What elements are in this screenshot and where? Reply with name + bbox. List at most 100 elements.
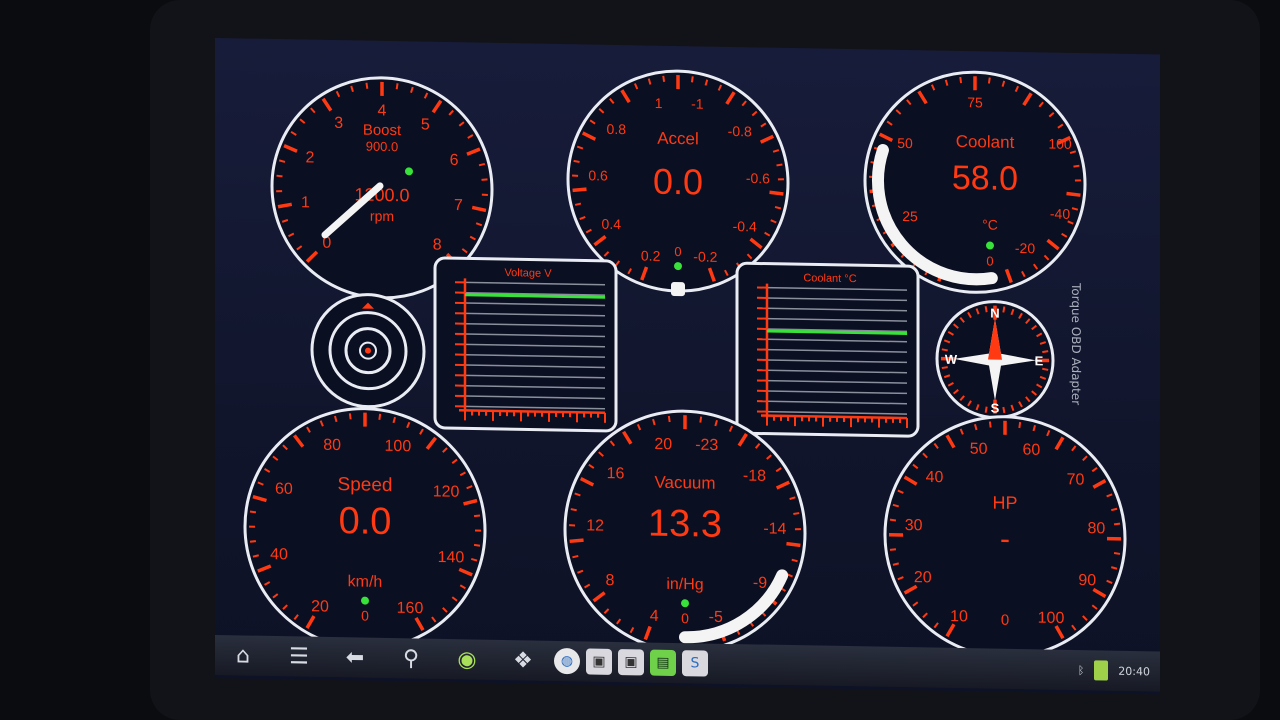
tick-label: -1 [691,96,704,112]
tick-mark [378,413,382,420]
compass-widget[interactable]: N S E W [932,296,1058,428]
tick-label: 0.8 [607,121,627,137]
tick-mark [473,514,481,518]
tick-mark [365,82,369,89]
tick-mark [1042,350,1049,354]
coolant-unit: °C [982,216,998,232]
tick-mark [793,512,800,515]
tick-label: 20 [311,598,329,615]
hp-zero-label: 0 [1001,612,1009,629]
chart-icon: ▤ [656,654,670,671]
hp-gauge[interactable]: 10 20 30 40 50 60 70 80 90 100 HP - 0 [880,415,1130,659]
boost-label: Boost [363,122,402,140]
vacuum-gauge[interactable]: 4 8 12 16 20 -23 -18 -14 -9 -5 Vacuum 13.3 in/Hg … [560,409,810,653]
tick-mark [984,406,988,413]
tick-label: 6 [450,152,459,169]
bug-icon: ◉ [457,646,477,673]
tick-mark [786,541,801,548]
speed-gauge[interactable]: 20 40 60 80 100 120 140 160 Speed 0.0 km/h 0 [240,406,490,651]
tick-label: 1 [655,95,663,111]
layers-button[interactable]: ❖ [495,643,551,678]
speed-gauge-dial: 20 40 60 80 100 120 140 160 Speed 0.0 km/h 0 [243,407,487,651]
tick-mark [941,366,948,370]
compass-dial: N S E W [935,300,1055,420]
notify-app-5[interactable]: S [682,650,708,677]
hp-value: - [1000,523,1010,556]
menu-button[interactable]: ☰ [271,639,327,674]
tick-label: 3 [334,115,343,132]
tick-label: -18 [743,468,766,485]
tick-label: 1 [301,194,310,211]
tick-label: -5 [709,609,723,626]
tick-label: 0.2 [641,248,661,264]
tick-mark [1042,367,1049,371]
notify-app-3[interactable]: ▣ [618,649,644,676]
tick-label: 80 [323,437,341,454]
layers-icon: ❖ [513,647,533,674]
tick-label: 40 [926,469,944,486]
home-icon: ⌂ [236,642,250,669]
tick-mark [667,415,671,423]
tick-mark [395,83,399,90]
speed-label: Speed [338,474,393,496]
tick-mark [988,421,992,428]
coolant-gauge-dial: 75 100 50 25 -40 -20 Coolant 58.0 °C 0 [863,70,1087,294]
search-icon: ⚲ [402,645,420,672]
coolant-tick-100: 100 [1048,136,1072,152]
tick-mark [249,510,257,514]
globe-icon: ◍ [560,653,574,670]
tick-mark [662,75,666,82]
coolant-gauge[interactable]: 75 100 50 25 -40 -20 Coolant 58.0 °C 0 [860,70,1090,294]
tick-label: 7 [454,197,463,214]
tick-mark [776,163,783,167]
tick-label: 60 [1022,442,1040,459]
vacuum-gauge-dial: 48121620 -23-18-14-9-5 Vacuum 13.3 in/Hg … [563,409,807,653]
vacuum-label: Vacuum [654,473,715,493]
tick-label: 100 [1038,610,1065,627]
clock: 20:40 [1118,664,1150,678]
bug-button[interactable]: ◉ [439,642,495,677]
back-button[interactable]: ⬅ [327,640,383,675]
window-icon: ▣ [592,653,606,670]
tick-label: 100 [385,438,412,455]
vacuum-zero-label: 0 [681,610,689,626]
tick-label: 160 [397,600,424,617]
notify-app-4[interactable]: ▤ [650,649,676,677]
tick-mark [249,540,257,543]
tick-mark [941,348,948,352]
tick-label: -0.4 [733,218,757,234]
skype-icon: S [690,655,700,672]
tick-label: -23 [695,437,718,454]
tick-mark [959,76,963,84]
accel-zero-label: 0 [674,244,681,259]
sidebar-label: Torque OBD Adapter [1069,282,1083,406]
tick-label: -0.6 [746,170,770,186]
accel-gauge-dial: 0.2 0.4 0.6 0.8 1 -1 -0.8 -0.6 -0.4 -0.2 Accel 0.… [566,69,790,297]
tick-mark [690,76,694,83]
tick-label: 70 [1067,471,1085,488]
notify-app-2[interactable]: ▣ [586,648,612,675]
tick-mark [573,159,580,163]
radar-widget[interactable] [308,290,428,416]
tick-mark [572,187,587,193]
tick-label: 8 [433,237,442,254]
boost-unit: rpm [370,208,394,224]
speed-unit: km/h [348,573,383,591]
tick-mark [572,554,579,559]
tick-mark [1113,552,1121,555]
coolant-tick-neg20: -20 [1015,240,1035,256]
radar-dial [310,293,426,409]
compass-west: W [945,352,958,367]
tick-mark [769,190,784,196]
notify-app-1[interactable]: ◍ [554,647,580,675]
tick-mark [574,202,582,206]
tick-label: 16 [607,465,625,482]
home-button[interactable]: ⌂ [215,638,271,673]
search-button[interactable]: ⚲ [383,641,439,676]
tick-label: -0.8 [728,123,752,139]
back-icon: ⬅ [345,644,365,671]
tick-label: -0.2 [693,248,717,264]
compass-south: S [991,401,1000,416]
accel-value: 0.0 [653,161,703,203]
tick-mark [276,174,283,178]
